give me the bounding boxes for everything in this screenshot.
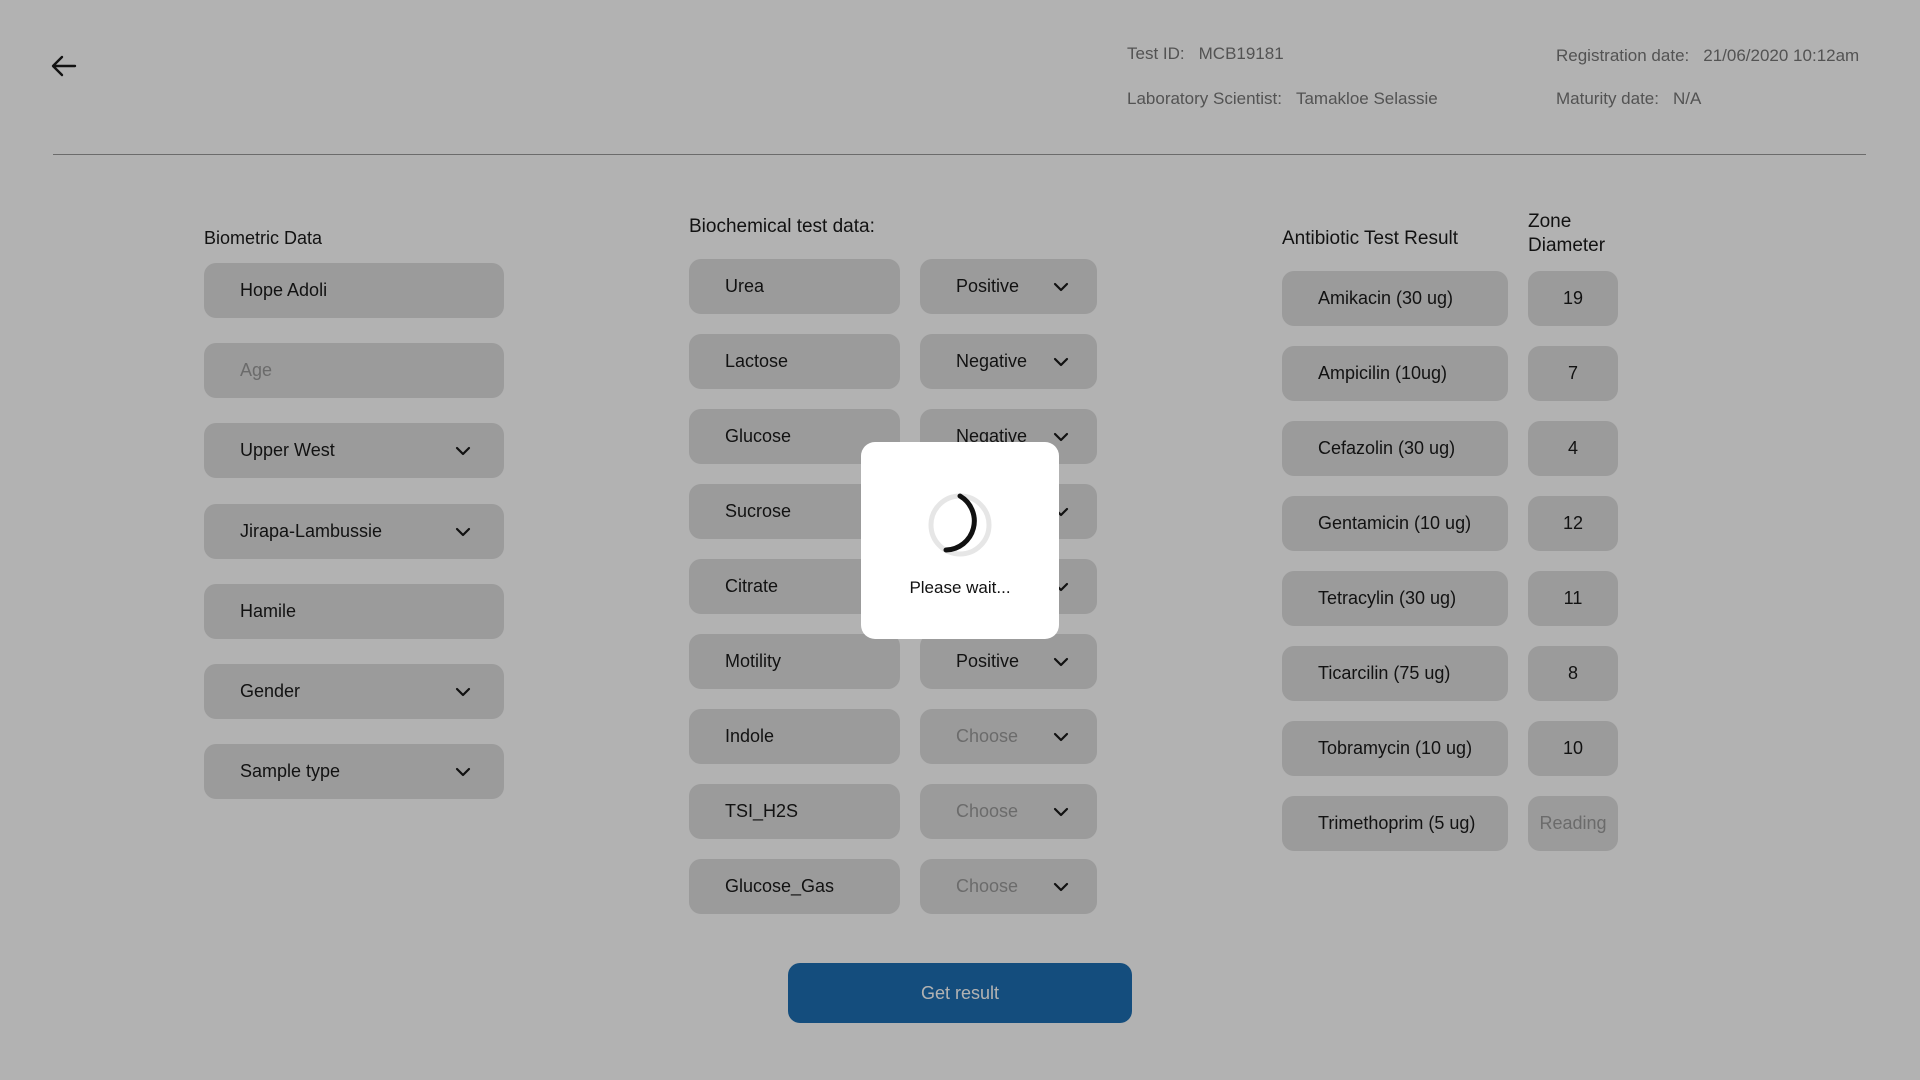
test-detail-page: Test ID: MCB19181 Laboratory Scientist: Ta…	[0, 0, 1920, 1080]
loading-dialog: Please wait...	[861, 442, 1059, 639]
loading-text: Please wait...	[909, 578, 1011, 597]
spinner-icon	[928, 493, 992, 557]
